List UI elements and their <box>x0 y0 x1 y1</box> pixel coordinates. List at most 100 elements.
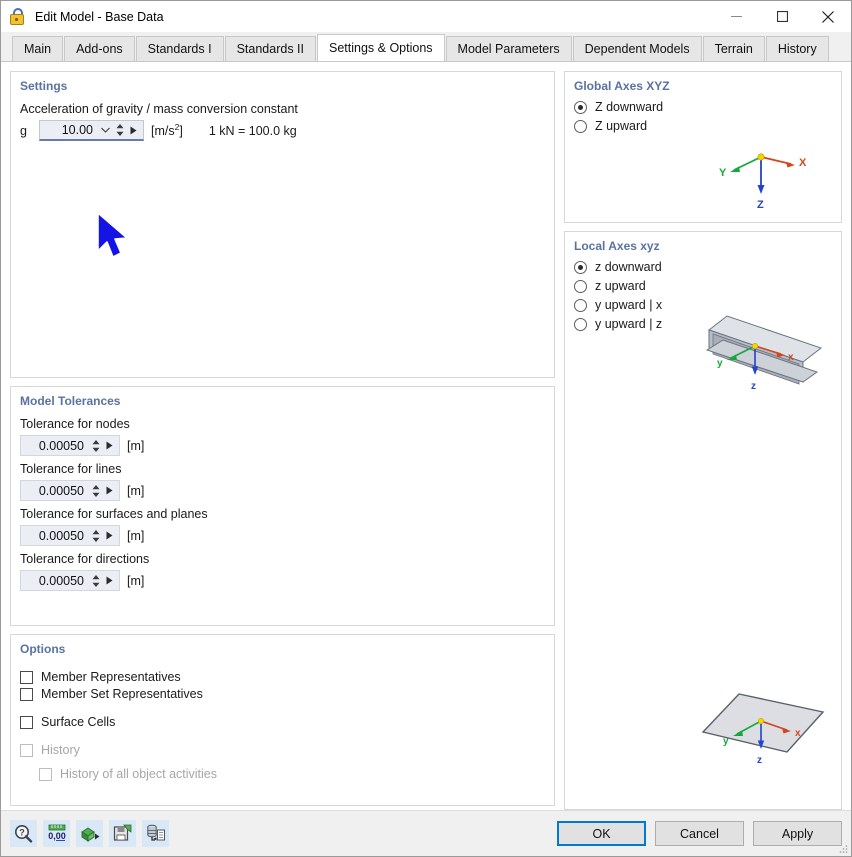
svg-text:x: x <box>788 352 794 363</box>
svg-text:Z: Z <box>757 199 764 211</box>
checkbox-surface-cells[interactable]: Surface Cells <box>20 715 545 729</box>
radio-z-downward-global[interactable]: Z downward <box>574 100 832 114</box>
play-arrow-icon[interactable] <box>102 571 116 590</box>
radio-button-icon <box>574 119 587 133</box>
radio-z-upward-global[interactable]: Z upward <box>574 119 832 133</box>
tab-dependent-models[interactable]: Dependent Models <box>572 36 702 61</box>
radio-label: y upward | z <box>595 317 663 331</box>
title-bar: Edit Model - Base Data <box>1 1 851 32</box>
lock-icon <box>9 7 27 26</box>
tab-history[interactable]: History <box>765 36 829 61</box>
play-arrow-icon[interactable] <box>102 436 116 455</box>
tab-standards-ii[interactable]: Standards II <box>224 36 316 61</box>
checkbox-box-icon <box>39 767 52 781</box>
minimize-icon[interactable] <box>713 1 759 32</box>
help-search-icon[interactable]: ? <box>10 820 37 847</box>
checkbox-box-icon <box>20 743 33 757</box>
tab-settings-and-options[interactable]: Settings & Options <box>317 34 445 61</box>
mass-conversion-text: 1 kN = 100.0 kg <box>208 123 297 138</box>
checkbox-box-icon <box>20 687 33 701</box>
tab-bar: Main Add-ons Standards I Standards II Se… <box>1 32 851 61</box>
gravity-unit: [m/s2] <box>151 122 183 138</box>
dialog-buttons: OK Cancel Apply <box>557 821 842 846</box>
radio-button-icon <box>574 260 587 274</box>
save-defaults-icon[interactable] <box>109 820 136 847</box>
global-axes-gizmo-icon: X Y Z <box>707 139 817 214</box>
settings-panel: Settings Acceleration of gravity / mass … <box>10 71 555 378</box>
play-arrow-icon[interactable] <box>102 526 116 545</box>
apply-button[interactable]: Apply <box>753 821 842 846</box>
tolerance-surfaces-row: 0.00050 [m] <box>20 525 545 546</box>
tab-main[interactable]: Main <box>12 36 64 61</box>
radio-label: z downward <box>595 260 662 274</box>
play-arrow-icon[interactable] <box>126 121 140 140</box>
radio-button-icon <box>574 100 587 114</box>
checkbox-box-icon <box>20 715 33 729</box>
svg-text:z: z <box>757 755 762 766</box>
settings-panel-title: Settings <box>20 79 68 93</box>
tolerance-directions-unit: [m] <box>127 573 145 588</box>
svg-text:?: ? <box>19 828 25 838</box>
tab-standards-i[interactable]: Standards I <box>135 36 224 61</box>
tolerances-panel-title: Model Tolerances <box>20 394 121 408</box>
radio-z-upward-local[interactable]: z upward <box>574 279 832 293</box>
checkbox-label: Member Representatives <box>41 670 181 684</box>
surface-plane-gizmo-icon: x y z <box>695 674 835 781</box>
tab-content-settings-and-options: Settings Acceleration of gravity / mass … <box>1 61 851 810</box>
checkbox-member-representatives[interactable]: Member Representatives <box>20 670 545 684</box>
radio-z-downward-local[interactable]: z downward <box>574 260 832 274</box>
checkbox-history-all-object-activities: History of all object activities <box>39 767 545 781</box>
svg-text:Y: Y <box>719 167 727 179</box>
radio-label: Z upward <box>595 119 648 133</box>
model-tolerances-panel: Model Tolerances Tolerance for nodes 0.0… <box>10 386 555 626</box>
ok-button[interactable]: OK <box>557 821 646 846</box>
footer-toolbar: ? 0,00 <box>10 820 169 847</box>
svg-text:y: y <box>717 358 723 369</box>
svg-text:z: z <box>751 381 756 392</box>
tolerance-surfaces-label: Tolerance for surfaces and planes <box>20 507 208 521</box>
tolerance-directions-label: Tolerance for directions <box>20 552 150 566</box>
options-panel-title: Options <box>20 642 66 656</box>
options-panel: Options Member Representatives Member Se… <box>10 634 555 806</box>
checkbox-label: Surface Cells <box>41 715 116 729</box>
dialog-window: Edit Model - Base Data Main Add-ons Stan… <box>0 0 852 857</box>
local-axes-panel: Local Axes xyz z downward z upward y upw… <box>564 231 842 810</box>
tolerance-lines-input[interactable]: 0.00050 <box>20 480 120 501</box>
checkbox-box-icon <box>20 670 33 684</box>
tolerance-nodes-value: 0.00050 <box>38 438 84 453</box>
spinner-arrows-icon[interactable] <box>89 526 102 545</box>
checkbox-member-set-representatives[interactable]: Member Set Representatives <box>20 687 545 701</box>
tab-add-ons[interactable]: Add-ons <box>64 36 135 61</box>
tab-terrain[interactable]: Terrain <box>702 36 765 61</box>
maximize-icon[interactable] <box>759 1 805 32</box>
local-axes-title: Local Axes xyz <box>574 239 660 253</box>
tab-model-parameters[interactable]: Model Parameters <box>445 36 572 61</box>
gravity-row: g 10.00 [m/s2] 1 kN = 100.0 kg <box>20 120 545 141</box>
close-icon[interactable] <box>805 1 851 32</box>
tolerance-surfaces-input[interactable]: 0.00050 <box>20 525 120 546</box>
spinner-arrows-icon[interactable] <box>89 481 102 500</box>
tolerance-directions-input[interactable]: 0.00050 <box>20 570 120 591</box>
spinner-arrows-icon[interactable] <box>89 571 102 590</box>
gravity-input[interactable]: 10.00 <box>39 120 144 141</box>
units-ruler-icon[interactable]: 0,00 <box>43 820 70 847</box>
tolerance-directions-value: 0.00050 <box>38 573 84 588</box>
chevron-down-icon[interactable] <box>98 121 113 140</box>
tolerance-directions-row: 0.00050 [m] <box>20 570 545 591</box>
mouse-pointer-arrow <box>94 211 136 266</box>
tolerance-nodes-input[interactable]: 0.00050 <box>20 435 120 456</box>
radio-button-icon <box>574 279 587 293</box>
spinner-arrows-icon[interactable] <box>89 436 102 455</box>
export-cube-icon[interactable] <box>76 820 103 847</box>
gravity-symbol: g <box>20 123 27 138</box>
database-document-icon[interactable] <box>142 820 169 847</box>
spinner-arrows-icon[interactable] <box>113 121 126 140</box>
svg-text:0,00: 0,00 <box>48 831 66 841</box>
resize-grip[interactable] <box>838 843 848 853</box>
window-controls <box>713 1 851 32</box>
footer-bar: ? 0,00 OK Cancel Apply <box>1 810 851 856</box>
svg-text:x: x <box>795 728 801 739</box>
cancel-button[interactable]: Cancel <box>655 821 744 846</box>
radio-button-icon <box>574 298 587 312</box>
play-arrow-icon[interactable] <box>102 481 116 500</box>
